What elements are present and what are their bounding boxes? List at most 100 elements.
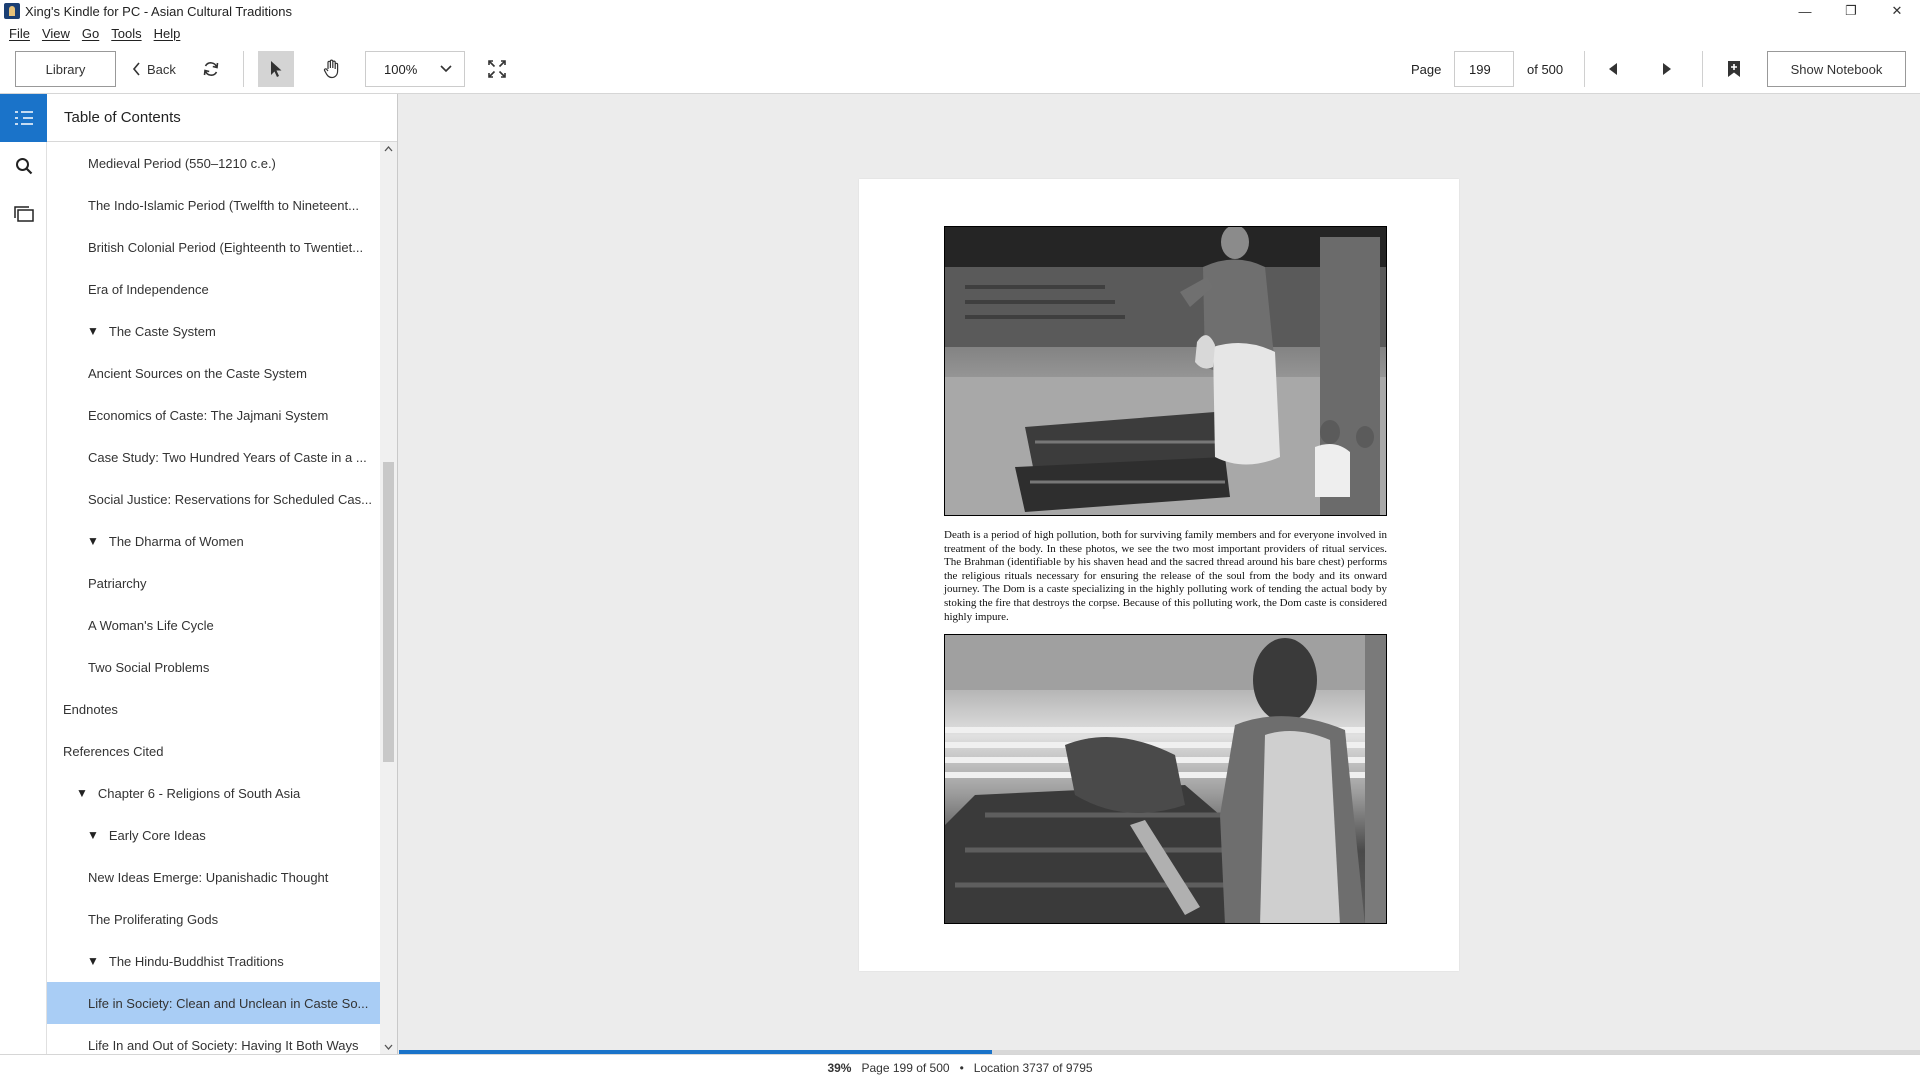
page-total-label: of 500: [1527, 62, 1564, 77]
library-button[interactable]: Library: [15, 51, 116, 87]
status-bar: 39% Page 199 of 500 • Location 3737 of 9…: [0, 1054, 1920, 1080]
location-status: Location 3737 of 9795: [973, 1060, 1093, 1075]
page-number-input[interactable]: [1454, 51, 1514, 87]
scroll-up-arrow-icon[interactable]: [384, 146, 393, 152]
flashcards-button[interactable]: [0, 190, 47, 238]
toc-item[interactable]: Ancient Sources on the Caste System: [47, 352, 380, 394]
toolbar: Library Back 100%: [0, 44, 1920, 94]
expand-triangle-icon[interactable]: ▼: [87, 534, 99, 548]
toc-item-label: Ancient Sources on the Caste System: [88, 365, 307, 381]
toc-toggle-button[interactable]: [0, 94, 47, 142]
toc-item-label: The Dharma of Women: [108, 533, 244, 549]
table-of-contents-panel: Table of Contents Medieval Period (550–1…: [47, 94, 398, 1054]
show-notebook-button[interactable]: Show Notebook: [1767, 51, 1906, 87]
toc-item[interactable]: Social Justice: Reservations for Schedul…: [47, 478, 380, 520]
toc-item[interactable]: Two Social Problems: [47, 646, 380, 688]
zoom-value: 100%: [384, 61, 418, 77]
toc-item-label: The Proliferating Gods: [88, 911, 219, 927]
minimize-button[interactable]: —: [1782, 0, 1828, 22]
toc-item[interactable]: References Cited: [47, 730, 380, 772]
toc-item[interactable]: British Colonial Period (Eighteenth to T…: [47, 226, 380, 268]
cremation-photo-dom: [944, 634, 1387, 924]
toc-item[interactable]: Patriarchy: [47, 562, 380, 604]
toc-item[interactable]: Era of Independence: [47, 268, 380, 310]
menu-file[interactable]: File: [3, 26, 36, 41]
toc-item-label: British Colonial Period (Eighteenth to T…: [88, 239, 364, 255]
toc-item-label: Patriarchy: [88, 575, 147, 591]
chevron-down-icon: [440, 65, 452, 73]
toc-item[interactable]: New Ideas Emerge: Upanishadic Thought: [47, 856, 380, 898]
chevron-left-icon: [132, 62, 140, 76]
toc-item-label: New Ideas Emerge: Upanishadic Thought: [88, 869, 329, 885]
search-icon: [15, 158, 32, 175]
window-controls: — ❐ ✕: [1782, 0, 1920, 22]
zoom-select[interactable]: 100%: [365, 51, 465, 87]
triangle-left-icon: [1609, 63, 1617, 75]
toc-item[interactable]: Life In and Out of Society: Having It Bo…: [47, 1024, 380, 1054]
toc-item-label: Life in Society: Clean and Unclean in Ca…: [88, 995, 369, 1011]
toolbar-divider: [1584, 51, 1585, 87]
photo-illustration: [945, 635, 1386, 923]
reading-area[interactable]: Death is a period of high pollution, bot…: [399, 94, 1920, 1052]
toc-item[interactable]: Life in Society: Clean and Unclean in Ca…: [47, 982, 380, 1024]
toc-item-label: Case Study: Two Hundred Years of Caste i…: [88, 449, 367, 465]
toc-item[interactable]: The Indo-Islamic Period (Twelfth to Nine…: [47, 184, 380, 226]
cards-icon: [13, 206, 34, 222]
table-of-contents-icon: [14, 111, 33, 125]
toc-item[interactable]: Case Study: Two Hundred Years of Caste i…: [47, 436, 380, 478]
toc-item-label: The Indo-Islamic Period (Twelfth to Nine…: [88, 197, 359, 213]
menu-view[interactable]: View: [36, 26, 76, 41]
toc-item-label: A Woman's Life Cycle: [88, 617, 214, 633]
expand-triangle-icon[interactable]: ▼: [87, 954, 99, 968]
expand-triangle-icon[interactable]: ▼: [87, 828, 99, 842]
previous-page-button[interactable]: [1598, 51, 1628, 87]
toc-item-label: Medieval Period (550–1210 c.e.): [88, 155, 276, 171]
select-tool-button[interactable]: [258, 51, 294, 87]
toc-item[interactable]: ▼ Chapter 6 - Religions of South Asia: [47, 772, 380, 814]
sidebar-rail: [0, 94, 47, 1054]
back-button[interactable]: Back: [128, 51, 180, 87]
title-bar: Xing's Kindle for PC - Asian Cultural Tr…: [0, 0, 1920, 22]
toc-item[interactable]: A Woman's Life Cycle: [47, 604, 380, 646]
menu-bar: File View Go Tools Help: [0, 22, 1920, 44]
search-button[interactable]: [0, 142, 47, 190]
toc-item[interactable]: Medieval Period (550–1210 c.e.): [47, 142, 380, 184]
photo-caption: Death is a period of high pollution, bot…: [944, 529, 1387, 623]
menu-tools[interactable]: Tools: [105, 26, 147, 41]
toc-item[interactable]: The Proliferating Gods: [47, 898, 380, 940]
toolbar-divider: [243, 51, 244, 87]
next-page-button[interactable]: [1652, 51, 1682, 87]
toc-item[interactable]: ▼ The Hindu-Buddhist Traditions: [47, 940, 380, 982]
hand-tool-button[interactable]: [314, 51, 350, 87]
toc-scrollbar[interactable]: [380, 142, 397, 1054]
expand-triangle-icon[interactable]: ▼: [87, 324, 99, 338]
page-status: Page 199 of 500: [861, 1060, 950, 1075]
toc-item-label: Life In and Out of Society: Having It Bo…: [88, 1037, 359, 1053]
add-bookmark-button[interactable]: [1719, 51, 1749, 87]
toc-item-label: Endnotes: [63, 701, 118, 717]
scroll-down-arrow-icon[interactable]: [384, 1044, 393, 1050]
toc-item[interactable]: Endnotes: [47, 688, 380, 730]
toc-item[interactable]: ▼ The Caste System: [47, 310, 380, 352]
window-title: Xing's Kindle for PC - Asian Cultural Tr…: [25, 3, 292, 19]
toc-scroll-thumb[interactable]: [383, 462, 394, 762]
expand-triangle-icon[interactable]: ▼: [76, 786, 88, 800]
toc-item[interactable]: ▼ The Dharma of Women: [47, 520, 380, 562]
back-label: Back: [147, 61, 176, 77]
menu-help[interactable]: Help: [148, 26, 187, 41]
bookmark-plus-icon: [1728, 61, 1740, 77]
toc-item-label: Chapter 6 - Religions of South Asia: [97, 785, 301, 801]
toc-list: Medieval Period (550–1210 c.e.) The Indo-…: [47, 142, 380, 1054]
hand-icon: [323, 59, 339, 79]
sync-icon: [203, 62, 219, 76]
kindle-app-icon: [4, 3, 20, 19]
restore-button[interactable]: ❐: [1828, 0, 1874, 22]
close-button[interactable]: ✕: [1874, 0, 1920, 22]
toc-item-label: References Cited: [63, 743, 164, 759]
sync-button[interactable]: [196, 51, 226, 87]
toc-item[interactable]: ▼ Early Core Ideas: [47, 814, 380, 856]
fullscreen-button[interactable]: [482, 51, 512, 87]
toc-title: Table of Contents: [47, 94, 397, 142]
toc-item[interactable]: Economics of Caste: The Jajmani System: [47, 394, 380, 436]
menu-go[interactable]: Go: [76, 26, 105, 41]
